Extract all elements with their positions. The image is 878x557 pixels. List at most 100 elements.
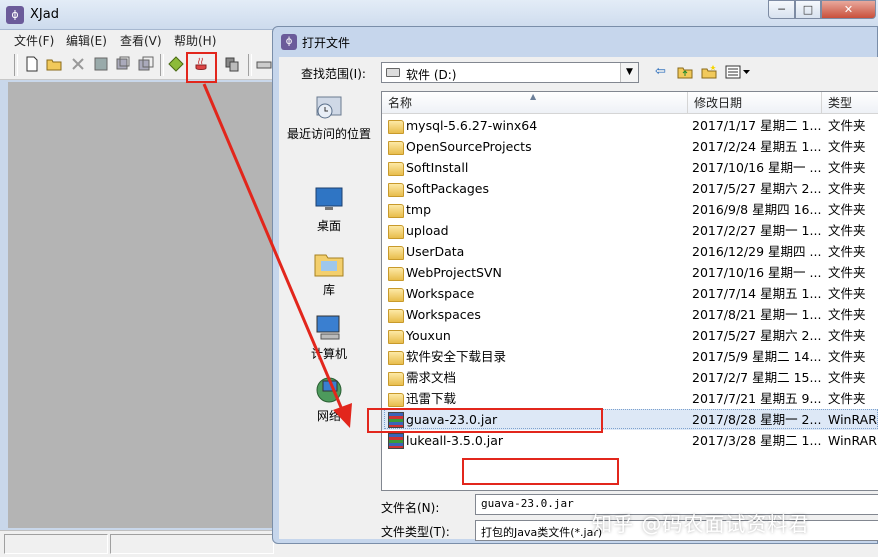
toolbar-separator [14, 54, 18, 76]
folder-icon [388, 267, 404, 281]
print-icon[interactable] [256, 56, 272, 72]
folder-icon [388, 288, 404, 302]
chevron-down-icon[interactable]: ▼ [620, 63, 638, 82]
dialog-titlebar[interactable]: ɸ 打开文件 [273, 27, 878, 55]
nav-toolbar: ⇦ [653, 63, 763, 83]
place-network[interactable]: 网络 [287, 375, 371, 424]
file-date-cell: 2017/5/27 星期六 2... [692, 328, 822, 343]
watermark: 知乎 @码农面试资料君 [592, 512, 810, 536]
file-name-cell: SoftInstall [406, 160, 469, 175]
highlight-open-jar-button [186, 52, 217, 83]
file-row[interactable]: WebProjectSVN 2017/10/16 星期一 ... 文件夹 [382, 262, 878, 283]
open-folder-icon[interactable] [46, 56, 62, 72]
place-library[interactable]: 库 [287, 249, 371, 298]
place-label: 桌面 [316, 219, 341, 233]
save-all-icon[interactable] [138, 56, 154, 72]
view-menu-icon[interactable] [725, 65, 751, 79]
file-date-cell: 2017/8/28 星期一 2... [692, 412, 822, 427]
highlight-selected-file [367, 408, 603, 433]
xjad-app-icon: ɸ [6, 6, 24, 24]
up-folder-icon[interactable] [677, 64, 693, 80]
place-recent[interactable]: 最近访问的位置 [287, 93, 371, 142]
place-desktop[interactable]: 桌面 [287, 185, 371, 234]
file-name-cell: WebProjectSVN [406, 265, 502, 280]
folder-icon [388, 183, 404, 197]
folder-icon [388, 330, 404, 344]
maximize-button[interactable]: □ [795, 0, 821, 19]
place-label: 最近访问的位置 [287, 127, 372, 141]
file-name-cell: SoftPackages [406, 181, 489, 196]
green-diamond-icon[interactable] [168, 56, 184, 72]
file-date-cell: 2017/2/27 星期一 1... [692, 223, 822, 238]
file-row[interactable]: SoftInstall 2017/10/16 星期一 ... 文件夹 [382, 157, 878, 178]
folder-icon [388, 246, 404, 260]
file-date-cell: 2017/7/21 星期五 9... [692, 391, 822, 406]
file-type-cell: 文件夹 [828, 202, 866, 217]
file-row[interactable]: UserData 2016/12/29 星期四 ... 文件夹 [382, 241, 878, 262]
window-controls: ─ □ ✕ [768, 0, 876, 20]
file-date-cell: 2016/9/8 星期四 16... [692, 202, 822, 217]
file-date-cell: 2017/2/7 星期二 15... [692, 370, 822, 385]
folder-icon [388, 120, 404, 134]
file-name-cell: Workspaces [406, 307, 481, 322]
folder-icon [388, 351, 404, 365]
file-row[interactable]: tmp 2016/9/8 星期四 16... 文件夹 [382, 199, 878, 220]
toolbar-separator [160, 54, 164, 76]
file-date-cell: 2017/5/27 星期六 2... [692, 181, 822, 196]
places-bar: 最近访问的位置 桌面 库 计算机 网络 [287, 91, 371, 424]
decompile-disabled-icon[interactable] [70, 56, 86, 72]
file-type-cell: 文件夹 [828, 349, 866, 364]
file-row[interactable]: 需求文档 2017/2/7 星期二 15... 文件夹 [382, 367, 878, 388]
drive-icon [386, 68, 400, 77]
menu-edit[interactable]: 编辑(E) [66, 32, 107, 49]
file-type-cell: 文件夹 [828, 160, 866, 175]
file-date-cell: 2017/1/17 星期二 1... [692, 118, 822, 133]
file-row[interactable]: lukeall-3.5.0.jar 2017/3/28 星期二 1... WinRA… [382, 430, 878, 451]
minimize-button[interactable]: ─ [768, 0, 795, 19]
file-row[interactable]: mysql-5.6.27-winx64 2017/1/17 星期二 1... 文件夹 [382, 115, 878, 136]
file-name-cell: tmp [406, 202, 432, 217]
file-type-value: 打包的Java类文件(*.jar) [481, 526, 603, 539]
save-as-icon[interactable] [115, 56, 131, 72]
new-folder-icon[interactable] [701, 64, 717, 80]
folder-icon [388, 141, 404, 155]
column-date-header[interactable]: 修改日期 [688, 92, 822, 114]
file-type-cell: 文件夹 [828, 370, 866, 385]
file-date-cell: 2017/5/9 星期二 14... [692, 349, 822, 364]
place-computer[interactable]: 计算机 [287, 313, 371, 362]
new-file-icon[interactable] [24, 56, 40, 72]
save-icon[interactable] [93, 56, 109, 72]
file-type-cell: WinRAR 压 [828, 433, 878, 448]
file-row[interactable]: SoftPackages 2017/5/27 星期六 2... 文件夹 [382, 178, 878, 199]
file-row[interactable]: upload 2017/2/27 星期一 1... 文件夹 [382, 220, 878, 241]
file-type-cell: 文件夹 [828, 328, 866, 343]
close-button[interactable]: ✕ [821, 0, 876, 19]
look-in-dropdown[interactable]: 软件 (D:) ▼ [381, 62, 639, 83]
file-row[interactable]: 迅雷下载 2017/7/21 星期五 9... 文件夹 [382, 388, 878, 409]
folder-icon [388, 372, 404, 386]
place-label: 库 [322, 283, 335, 297]
status-pane [110, 534, 274, 554]
file-type-cell: 文件夹 [828, 265, 866, 280]
column-type-header[interactable]: 类型 [822, 92, 878, 114]
file-row[interactable]: 软件安全下载目录 2017/5/9 星期二 14... 文件夹 [382, 346, 878, 367]
menu-help[interactable]: 帮助(H) [174, 32, 216, 49]
file-name-cell: UserData [406, 244, 465, 259]
menu-view[interactable]: 查看(V) [120, 32, 162, 49]
xjad-title: XJad [30, 7, 59, 22]
file-date-cell: 2017/7/14 星期五 1... [692, 286, 822, 301]
file-row[interactable]: OpenSourceProjects 2017/2/24 星期五 1... 文件夹 [382, 136, 878, 157]
look-in-label: 查找范围(I): [301, 67, 366, 81]
file-row[interactable]: Workspaces 2017/8/21 星期一 1... 文件夹 [382, 304, 878, 325]
code-area[interactable] [8, 82, 274, 528]
place-label: 计算机 [310, 347, 347, 361]
folder-icon [388, 204, 404, 218]
back-arrow-icon[interactable]: ⇦ [655, 63, 666, 81]
desktop-icon [315, 187, 343, 210]
copy-icon[interactable] [224, 56, 240, 72]
file-row[interactable]: Youxun 2017/5/27 星期六 2... 文件夹 [382, 325, 878, 346]
file-name-cell: lukeall-3.5.0.jar [406, 433, 504, 448]
file-name-cell: 迅雷下载 [406, 391, 457, 406]
file-row[interactable]: Workspace 2017/7/14 星期五 1... 文件夹 [382, 283, 878, 304]
menu-file[interactable]: 文件(F) [14, 32, 54, 49]
